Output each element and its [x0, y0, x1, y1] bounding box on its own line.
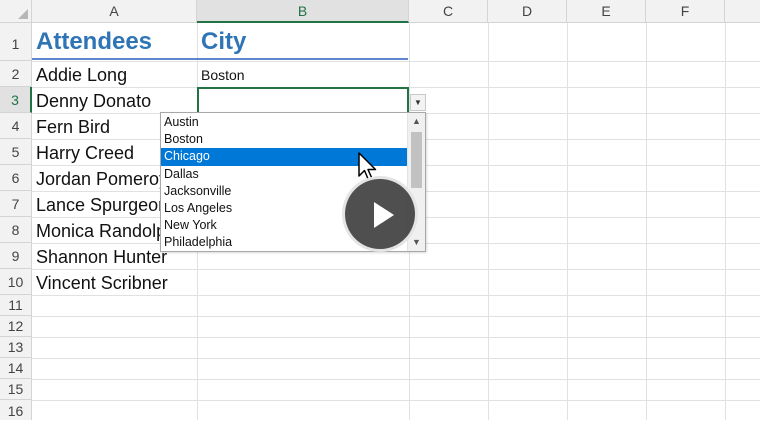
- grid-line: [567, 23, 568, 420]
- column-header-d[interactable]: D: [488, 0, 567, 23]
- cell-a3[interactable]: Denny Donato: [32, 88, 151, 114]
- cell-a9[interactable]: Shannon Hunter: [32, 244, 167, 270]
- column-header-a[interactable]: A: [32, 0, 197, 23]
- row-header-3[interactable]: 3: [0, 87, 32, 113]
- row-header-13[interactable]: 13: [0, 337, 32, 358]
- cell-a7[interactable]: Lance Spurgeon: [32, 192, 168, 218]
- header-border: [32, 58, 408, 60]
- row-header-15[interactable]: 15: [0, 379, 32, 400]
- column-header-e[interactable]: E: [567, 0, 646, 23]
- grid-line: [32, 358, 760, 359]
- select-all-corner[interactable]: [0, 0, 32, 23]
- cell-a1[interactable]: Attendees: [32, 27, 197, 61]
- grid-line: [32, 61, 760, 62]
- row-header-2[interactable]: 2: [0, 61, 32, 87]
- grid-line: [32, 400, 760, 401]
- dropdown-option[interactable]: Austin: [161, 114, 407, 131]
- cell-a4[interactable]: Fern Bird: [32, 114, 110, 140]
- chevron-down-icon: ▼: [414, 98, 422, 107]
- row-header-12[interactable]: 12: [0, 316, 32, 337]
- cell-a6[interactable]: Jordan Pomeroy: [32, 166, 168, 192]
- row-header-5[interactable]: 5: [0, 139, 32, 165]
- select-all-triangle-icon: [18, 9, 28, 19]
- row-header-16[interactable]: 16: [0, 400, 32, 420]
- row-header-8[interactable]: 8: [0, 217, 32, 243]
- row-header-1[interactable]: 1: [0, 23, 32, 61]
- grid-line: [32, 316, 760, 317]
- row-header-11[interactable]: 11: [0, 295, 32, 316]
- active-cell-b3[interactable]: [197, 87, 409, 114]
- grid-line: [32, 379, 760, 380]
- row-header-10[interactable]: 10: [0, 269, 32, 295]
- cell-a8[interactable]: Monica Randolph: [32, 218, 176, 244]
- cell-a5[interactable]: Harry Creed: [32, 140, 134, 166]
- dropdown-option[interactable]: Boston: [161, 131, 407, 148]
- column-header-b[interactable]: B: [197, 0, 409, 23]
- dropdown-button[interactable]: ▼: [410, 94, 426, 111]
- grid-line: [488, 23, 489, 420]
- grid-line: [725, 23, 726, 420]
- row-header-7[interactable]: 7: [0, 191, 32, 217]
- cell-b1[interactable]: City: [197, 27, 409, 61]
- play-button[interactable]: [342, 176, 418, 252]
- row-header-9[interactable]: 9: [0, 243, 32, 269]
- cell-a10[interactable]: Vincent Scribner: [32, 270, 168, 296]
- row-header-14[interactable]: 14: [0, 358, 32, 379]
- cell-a2[interactable]: Addie Long: [32, 62, 127, 88]
- grid-line: [646, 23, 647, 420]
- play-icon: [374, 202, 394, 228]
- column-header-c[interactable]: C: [409, 0, 488, 23]
- grid-line: [32, 337, 760, 338]
- spreadsheet: A B C D E F 1 2 3 4 5 6 7 8 9 10 11 12 1…: [0, 0, 760, 420]
- cell-b2[interactable]: Boston: [197, 62, 245, 88]
- scroll-up-icon[interactable]: ▲: [408, 113, 425, 130]
- row-header-6[interactable]: 6: [0, 165, 32, 191]
- scroll-thumb[interactable]: [411, 132, 422, 188]
- row-header-4[interactable]: 4: [0, 113, 32, 139]
- column-header-f[interactable]: F: [646, 0, 725, 23]
- column-header-g[interactable]: [725, 0, 760, 23]
